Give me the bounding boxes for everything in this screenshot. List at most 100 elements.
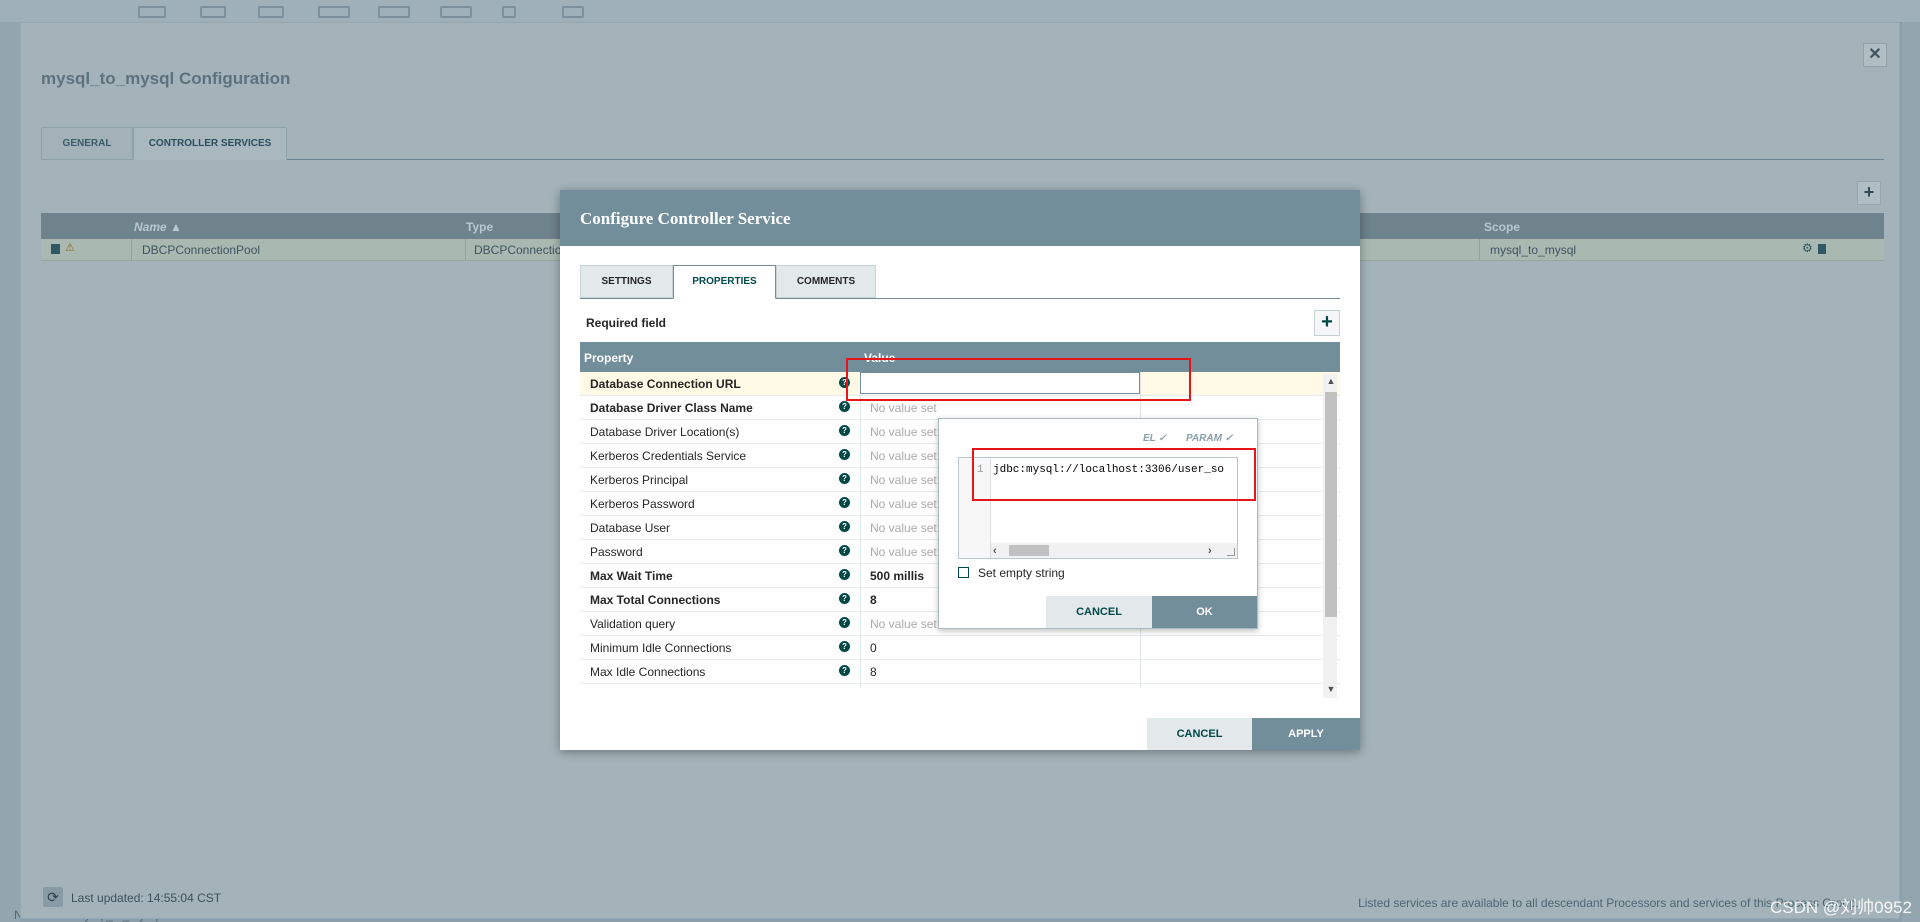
config-tabs: GENERAL CONTROLLER SERVICES: [41, 127, 1884, 160]
toolbar-input-port-icon[interactable]: [200, 6, 226, 18]
property-name: Validation query: [590, 617, 676, 631]
scroll-left-icon[interactable]: ‹: [993, 545, 997, 557]
add-controller-service-button[interactable]: +: [1857, 181, 1881, 205]
scroll-right-icon[interactable]: ›: [1208, 545, 1212, 557]
service-name: DBCPConnectionPool: [142, 243, 261, 257]
dialog-title: Configure Controller Service: [560, 190, 1360, 246]
column-separator: [860, 636, 861, 660]
property-name: Database Driver Class Name: [590, 401, 753, 415]
toolbar-group-icon[interactable]: [318, 6, 350, 18]
help-icon[interactable]: ?: [839, 641, 850, 652]
required-field-label: Required field: [586, 316, 667, 330]
tab-settings[interactable]: SETTINGS: [580, 265, 673, 298]
help-icon[interactable]: ?: [839, 569, 850, 580]
service-scope: mysql_to_mysql: [1490, 243, 1577, 257]
property-name: Password: [590, 545, 643, 559]
column-separator: [860, 540, 861, 564]
properties-scroll-thumb[interactable]: [1325, 392, 1337, 617]
column-separator: [860, 612, 861, 636]
help-icon[interactable]: ?: [839, 425, 850, 436]
add-property-button[interactable]: +: [1314, 310, 1340, 336]
property-value[interactable]: No value set: [870, 617, 937, 631]
cancel-button[interactable]: CANCEL: [1147, 718, 1252, 750]
horizontal-scroll-thumb[interactable]: [1009, 545, 1049, 556]
property-name: Max Idle Connections: [590, 665, 706, 679]
toolbar-label-icon[interactable]: [562, 6, 584, 18]
scroll-up-icon[interactable]: ▲: [1325, 376, 1337, 388]
help-icon[interactable]: ?: [839, 521, 850, 532]
column-scope[interactable]: Scope: [1484, 220, 1520, 234]
property-value[interactable]: No value set: [870, 497, 937, 511]
watermark: CSDN @刘帅0952: [1770, 898, 1912, 917]
close-icon[interactable]: ✕: [1863, 43, 1887, 67]
column-name[interactable]: Name ▲: [134, 220, 182, 234]
last-updated: Last updated: 14:55:04 CST: [71, 891, 222, 905]
column-separator: [860, 588, 861, 612]
set-empty-string-label: Set empty string: [978, 566, 1065, 580]
property-value[interactable]: No value set: [870, 425, 937, 439]
dialog-tabs: SETTINGS PROPERTIES COMMENTS: [580, 265, 1340, 299]
help-icon[interactable]: ?: [839, 545, 850, 556]
toolbar-template-icon[interactable]: [502, 6, 516, 18]
column-separator: [860, 660, 861, 684]
column-property: Property: [584, 351, 634, 365]
editor-cancel-button[interactable]: CANCEL: [1046, 596, 1152, 628]
annotation-box-url-value: [972, 448, 1256, 501]
canvas-right-strip: [1902, 22, 1920, 922]
property-row[interactable]: Max Connection Lifetime?-1: [580, 684, 1340, 688]
property-value[interactable]: 8: [870, 593, 877, 607]
column-separator: [1140, 636, 1141, 660]
toolbar-output-port-icon[interactable]: [258, 6, 284, 18]
property-value[interactable]: No value set: [870, 473, 937, 487]
toolbar-funnel-icon[interactable]: [440, 6, 472, 18]
help-icon[interactable]: ?: [839, 593, 850, 604]
column-separator: [860, 468, 861, 492]
cell-separator: [1479, 239, 1480, 261]
column-separator: [860, 516, 861, 540]
property-value[interactable]: 0: [870, 641, 877, 655]
annotation-box-url-field: [846, 358, 1191, 401]
el-support-indicator: EL ✓: [1143, 433, 1167, 444]
tab-properties[interactable]: PROPERTIES: [673, 265, 776, 299]
configure-gear-icon[interactable]: ⚙: [1802, 241, 1813, 255]
resize-grip-icon[interactable]: [1227, 548, 1235, 556]
help-icon[interactable]: ?: [839, 449, 850, 460]
help-icon[interactable]: ?: [839, 401, 850, 412]
help-icon[interactable]: ?: [839, 473, 850, 484]
column-separator: [860, 684, 861, 688]
property-value[interactable]: 500 millis: [870, 569, 924, 583]
tab-general[interactable]: GENERAL: [41, 127, 133, 160]
param-support-indicator: PARAM ✓: [1186, 433, 1234, 444]
column-separator: [860, 492, 861, 516]
property-value[interactable]: No value set: [870, 545, 937, 559]
help-icon[interactable]: ?: [839, 497, 850, 508]
editor-ok-button[interactable]: OK: [1152, 596, 1257, 628]
toolbar-processor-icon[interactable]: [138, 6, 166, 18]
refresh-icon[interactable]: ⟳: [43, 887, 63, 907]
property-name: Kerberos Credentials Service: [590, 449, 747, 463]
help-icon[interactable]: ?: [839, 665, 850, 676]
apply-button[interactable]: APPLY: [1252, 718, 1360, 750]
property-row[interactable]: Minimum Idle Connections? 0: [580, 636, 1340, 660]
property-name: Database Driver Location(s): [590, 425, 740, 439]
column-type[interactable]: Type: [466, 220, 493, 234]
property-name: Max Wait Time: [590, 569, 673, 583]
property-value[interactable]: No value set: [870, 521, 937, 535]
property-name: Minimum Idle Connections: [590, 641, 732, 655]
set-empty-string-checkbox[interactable]: [958, 567, 969, 578]
edit-icon[interactable]: [51, 244, 60, 254]
delete-icon[interactable]: [1818, 244, 1826, 254]
property-value[interactable]: No value set: [870, 401, 937, 415]
property-value[interactable]: No value set: [870, 449, 937, 463]
toolbar-remote-group-icon[interactable]: [378, 6, 410, 18]
help-icon[interactable]: ?: [839, 617, 850, 628]
cell-separator: [465, 239, 466, 261]
canvas-left-strip: [0, 22, 20, 922]
property-name: Database Connection URL: [590, 377, 741, 391]
property-row[interactable]: Max Idle Connections? 8: [580, 660, 1340, 684]
service-type: DBCPConnectio: [474, 243, 562, 257]
tab-comments[interactable]: COMMENTS: [776, 265, 876, 298]
scroll-down-icon[interactable]: ▼: [1325, 684, 1337, 696]
property-value[interactable]: 8: [870, 665, 877, 679]
tab-controller-services[interactable]: CONTROLLER SERVICES: [133, 127, 287, 160]
